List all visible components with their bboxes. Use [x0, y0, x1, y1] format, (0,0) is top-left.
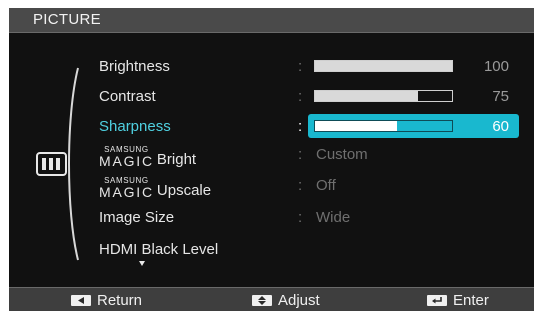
up-down-arrow-key-icon [252, 294, 272, 306]
menu-item-label: Image Size [99, 209, 175, 226]
menu-item-label: HDMI Black Level [99, 241, 219, 258]
menu-header: PICTURE [9, 8, 534, 32]
return-button[interactable]: Return [71, 291, 142, 309]
menu-item-contrast[interactable]: Contrast : 75 [99, 86, 534, 108]
menu-item-label: Brightness [99, 58, 170, 75]
slider-fill [315, 61, 452, 71]
separator: : [298, 177, 303, 194]
adjust-button[interactable]: Adjust [252, 291, 320, 309]
magic-logo: SAMSUNG MAGIC [99, 177, 154, 200]
menu-item-text: Bright [156, 151, 197, 168]
contrast-slider[interactable] [314, 90, 453, 102]
contrast-value: 75 [492, 88, 509, 105]
enter-label: Enter [453, 291, 489, 309]
slider-fill [315, 121, 398, 131]
icon-bar [42, 158, 46, 170]
magic-logo: SAMSUNG MAGIC [99, 146, 154, 169]
enter-key-icon [427, 294, 447, 306]
slider-fill [315, 91, 418, 101]
separator: : [298, 146, 303, 163]
menu-item-label: Contrast [99, 88, 156, 105]
icon-bar [49, 158, 53, 170]
image-size-value: Wide [316, 209, 351, 226]
menu-bracket-curve [68, 67, 79, 261]
menu-item-magic-upscale[interactable]: SAMSUNG MAGIC Upscale : Off [99, 175, 534, 200]
menu-item-label: SAMSUNG MAGIC Upscale [99, 177, 212, 200]
menu-item-text: Upscale [156, 182, 212, 199]
scroll-down-arrow-icon[interactable] [139, 261, 145, 266]
left-arrow-key-icon [71, 294, 91, 306]
magic-word: MAGIC [99, 153, 154, 169]
sharpness-slider[interactable] [314, 120, 453, 132]
adjust-label: Adjust [278, 291, 320, 309]
menu-item-image-size[interactable]: Image Size : Wide [99, 207, 534, 229]
osd-menu: PICTURE Brightness : 100 Contrast : 75 S… [9, 8, 534, 311]
menu-item-sharpness[interactable]: Sharpness : 60 [99, 114, 534, 138]
magic-upscale-value: Off [316, 177, 336, 194]
brightness-value: 100 [483, 58, 509, 75]
picture-category-icon[interactable] [36, 152, 67, 176]
menu-item-brightness[interactable]: Brightness : 100 [99, 56, 534, 78]
sharpness-value: 60 [492, 118, 509, 135]
icon-bar [56, 158, 60, 170]
return-label: Return [97, 291, 143, 309]
enter-button[interactable]: Enter [427, 291, 489, 309]
brightness-slider[interactable] [314, 60, 453, 72]
menu-footer: Return Adjust Enter [9, 288, 534, 311]
separator: : [298, 58, 303, 75]
separator: : [298, 118, 303, 135]
menu-item-magic-bright[interactable]: SAMSUNG MAGIC Bright : Custom [99, 144, 534, 169]
menu-item-label: Sharpness [99, 118, 171, 135]
menu-item-hdmi-black-level[interactable]: HDMI Black Level [99, 239, 534, 261]
menu-item-label: SAMSUNG MAGIC Bright [99, 146, 197, 169]
menu-title: PICTURE [33, 11, 101, 28]
separator: : [298, 88, 303, 105]
magic-word: MAGIC [99, 184, 154, 200]
header-divider [9, 32, 534, 33]
separator: : [298, 209, 303, 226]
magic-bright-value: Custom [316, 146, 368, 163]
